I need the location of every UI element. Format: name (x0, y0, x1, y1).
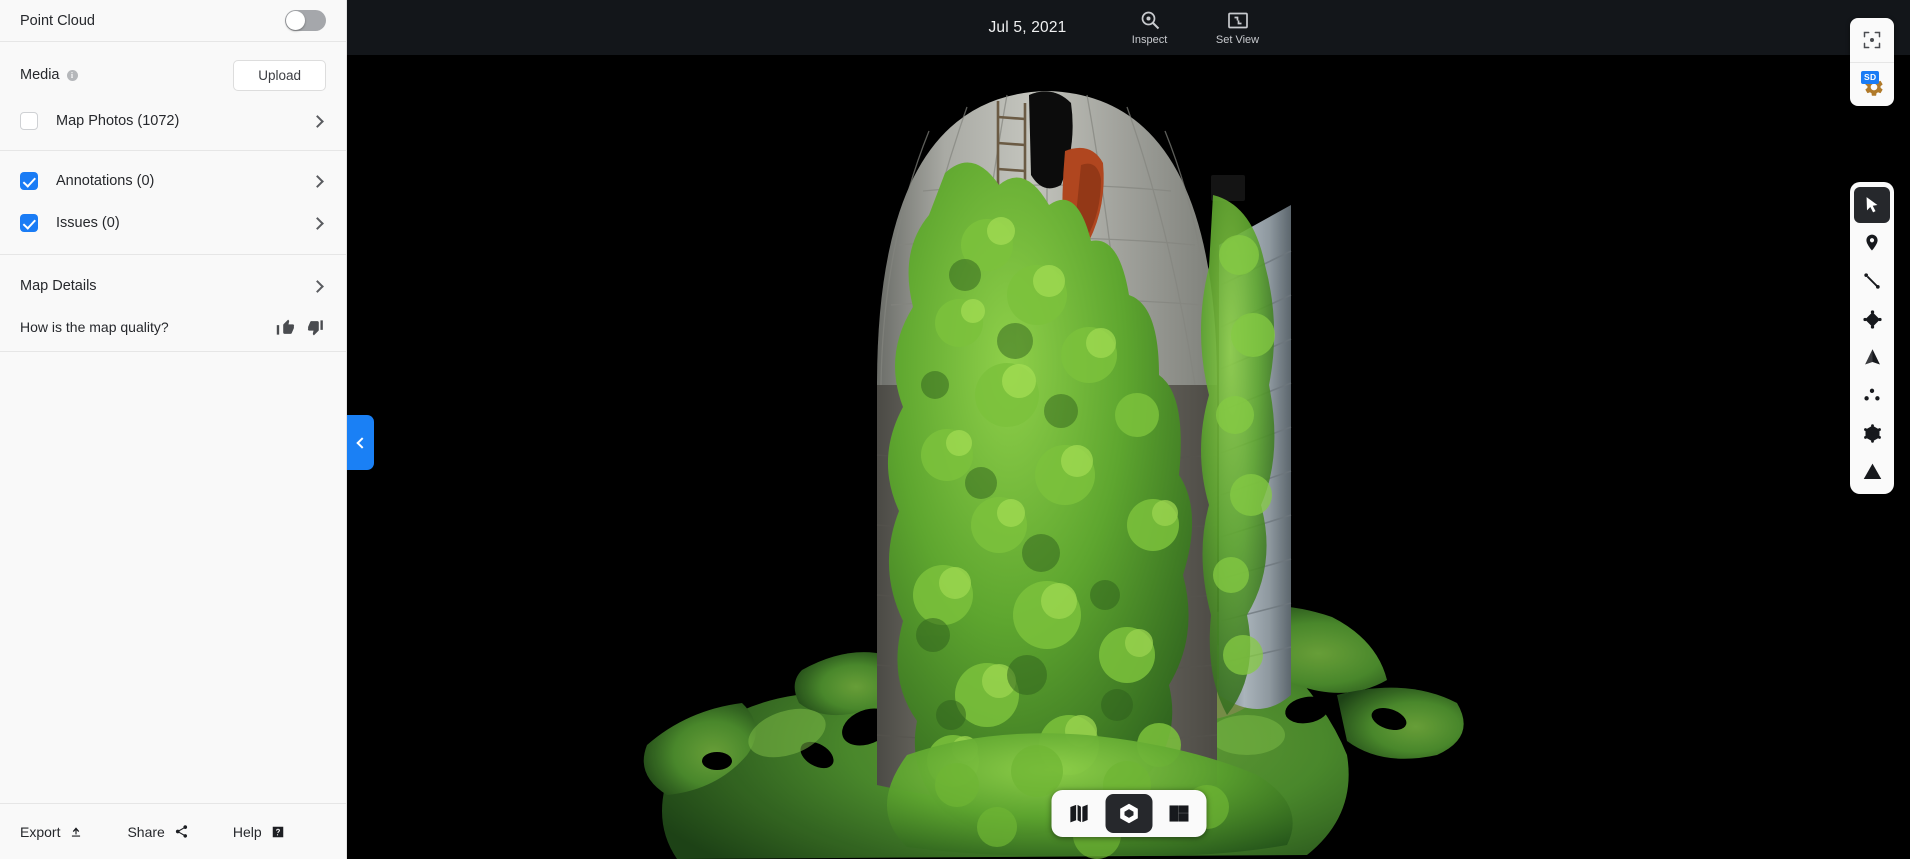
area-tool-button[interactable] (1854, 301, 1890, 337)
media-group: Media i Upload Map Photos (1072) (0, 42, 346, 150)
issues-label: Issues (0) (56, 215, 120, 231)
map-view-button[interactable] (1055, 794, 1102, 833)
view-mode-switcher (1051, 790, 1206, 837)
media-label: Media (20, 67, 60, 83)
question-mark-box-icon (272, 826, 283, 837)
polygon-area-icon (1862, 309, 1882, 329)
point-cloud-toggle[interactable] (285, 10, 326, 31)
split-view-button[interactable] (1155, 794, 1202, 833)
model-view-button[interactable] (1105, 794, 1152, 833)
layers-group: Annotations (0) Issues (0) (0, 151, 346, 254)
photogrammetry-model (347, 55, 1910, 859)
toggle-knob (286, 11, 305, 30)
set-view-button[interactable]: Set View (1207, 9, 1269, 46)
list-item-annotations[interactable]: Annotations (0) (0, 160, 346, 202)
warning-triangle-icon (1863, 463, 1881, 479)
map-photos-label: Map Photos (1072) (56, 113, 180, 129)
chevron-right-icon[interactable] (311, 174, 324, 188)
share-label: Share (127, 823, 165, 840)
viewport-top-controls: SD (1850, 18, 1894, 106)
elevation-cone-icon (1864, 348, 1880, 364)
export-button[interactable]: Export (20, 824, 83, 840)
3d-scene[interactable] (347, 55, 1910, 859)
map-quality-row: How is the map quality? (0, 307, 346, 347)
left-sidebar: Point Cloud Media i Upload Map Photos (1… (0, 0, 374, 859)
cube-wireframe-icon (1863, 423, 1881, 443)
thumbs-up-icon[interactable] (276, 318, 295, 337)
details-group: Map Details How is the map quality? (0, 255, 346, 351)
select-tool-button[interactable] (1854, 187, 1890, 223)
volume-tool-button[interactable] (1854, 415, 1890, 451)
recenter-view-button[interactable] (1850, 18, 1894, 62)
marker-tool-button[interactable] (1854, 225, 1890, 261)
media-label-group: Media i (20, 67, 78, 83)
map-quality-question: How is the map quality? (20, 319, 169, 335)
inspect-button[interactable]: Inspect (1119, 9, 1181, 46)
chevron-right-icon[interactable] (311, 279, 324, 293)
map-viewport[interactable]: Jul 5, 2021 Inspect Set View SD (347, 0, 1910, 859)
media-header-row: Media i Upload (0, 50, 346, 100)
sd-quality-badge: SD (1861, 71, 1880, 84)
list-item-map-photos[interactable]: Map Photos (1072) (0, 100, 346, 142)
viewport-topbar: Jul 5, 2021 Inspect Set View (347, 0, 1910, 55)
points-tool-button[interactable] (1854, 377, 1890, 413)
folded-map-icon (1069, 804, 1088, 823)
list-item-issues[interactable]: Issues (0) (0, 202, 346, 244)
upload-button[interactable]: Upload (233, 59, 326, 91)
chevron-right-icon[interactable] (311, 216, 324, 230)
info-icon[interactable]: i (66, 69, 78, 81)
share-nodes-icon (175, 825, 187, 838)
set-view-frame-icon (1227, 12, 1248, 29)
sidebar-collapse-handle[interactable] (347, 415, 374, 470)
help-button[interactable]: Help (233, 824, 285, 840)
quality-settings-button[interactable]: SD (1850, 62, 1894, 106)
elevation-tool-button[interactable] (1854, 339, 1890, 375)
line-measure-icon (1864, 273, 1880, 289)
help-label: Help (232, 823, 262, 840)
annotations-checkbox[interactable] (20, 172, 38, 190)
share-button[interactable]: Share (127, 824, 188, 840)
set-view-label: Set View (1215, 34, 1260, 46)
annotations-label: Annotations (0) (56, 173, 155, 189)
thumbs-down-icon[interactable] (307, 318, 326, 337)
point-cloud-label: Point Cloud (20, 12, 95, 29)
cube-3d-icon (1119, 803, 1138, 824)
focus-target-icon (1863, 31, 1881, 49)
inspect-label: Inspect (1131, 34, 1168, 46)
chevron-right-icon[interactable] (311, 114, 324, 128)
upload-arrow-icon (72, 826, 81, 837)
measurement-tool-palette (1850, 182, 1894, 494)
app-root: Point Cloud Media i Upload Map Photos (1… (0, 0, 1910, 859)
sidebar-footer: Export Share Help (0, 803, 346, 859)
chevron-left-icon (356, 436, 368, 449)
issues-checkbox[interactable] (20, 214, 38, 232)
magnifier-inspect-icon (1141, 11, 1159, 30)
cursor-arrow-icon (1866, 197, 1878, 213)
three-dots-icon (1864, 388, 1880, 401)
export-label: Export (20, 823, 61, 840)
list-item-map-details[interactable]: Map Details (0, 265, 346, 307)
map-date-label: Jul 5, 2021 (988, 18, 1067, 36)
map-details-label: Map Details (20, 278, 97, 294)
split-panels-icon (1169, 805, 1188, 822)
point-cloud-row: Point Cloud (0, 0, 346, 41)
map-photos-checkbox[interactable] (20, 112, 38, 130)
issue-tool-button[interactable] (1854, 453, 1890, 489)
distance-tool-button[interactable] (1854, 263, 1890, 299)
quality-thumbs (276, 318, 326, 337)
map-pin-icon (1866, 234, 1878, 251)
